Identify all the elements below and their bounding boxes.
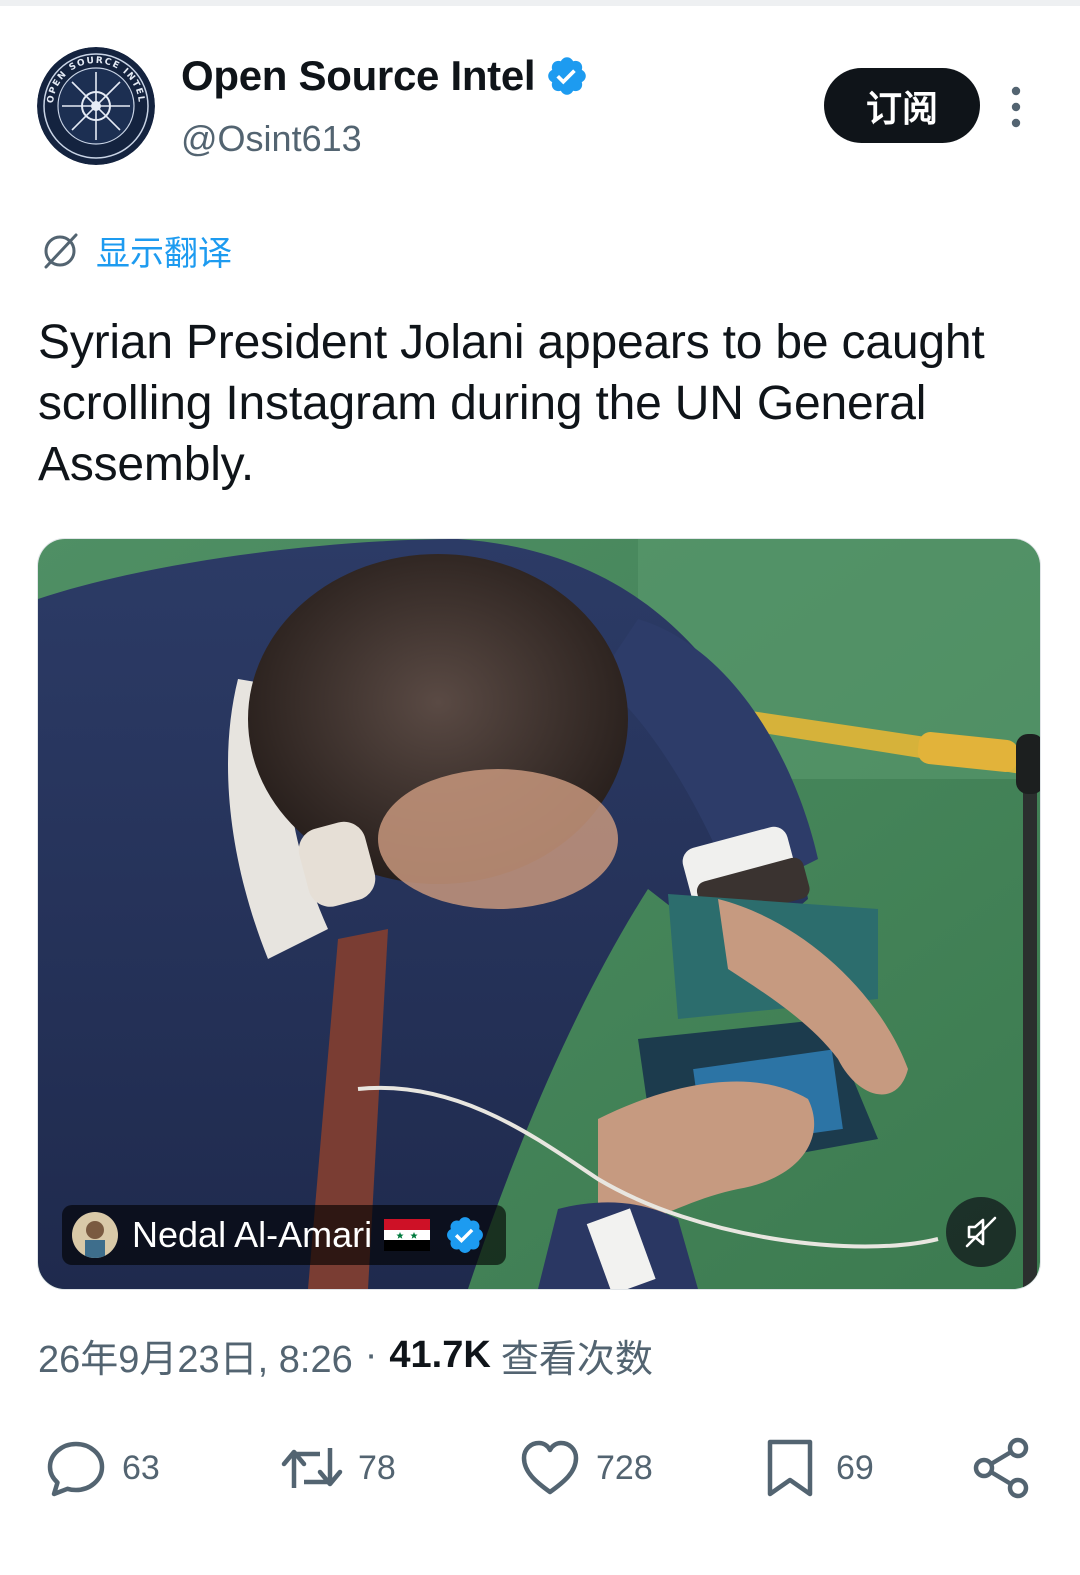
tweet-timestamp[interactable]: 26年9月23日, 8:26 [38,1328,353,1383]
reply-count: 63 [122,1448,160,1487]
bookmark-count: 69 [836,1448,874,1487]
video-frame [38,539,1040,1289]
like-button[interactable]: 728 [518,1436,653,1500]
mute-toggle-button[interactable] [946,1197,1016,1267]
repost-count: 78 [358,1448,396,1487]
subscribe-button[interactable]: 订阅 [824,68,980,143]
repost-icon [281,1448,343,1488]
verified-badge-icon [548,57,587,95]
attribution-avatar [72,1212,118,1258]
like-count: 728 [596,1448,653,1487]
reply-icon [47,1441,105,1497]
attribution-name: Nedal Al-Amari [132,1214,373,1255]
translate-icon [44,233,78,268]
tweet-meta: 26年9月23日, 8:26 · 41.7K 查看次数 [38,1328,653,1383]
account-handle[interactable]: @Osint613 [181,118,362,160]
show-translation-label: 显示翻译 [96,234,232,274]
more-vertical-icon[interactable] [1006,86,1026,128]
views-count: 41.7K [389,1334,491,1376]
share-icon [973,1437,1029,1499]
meta-separator: · [364,1334,378,1376]
views-label: 查看次数 [500,1339,653,1381]
share-button[interactable] [970,1436,1034,1500]
verified-badge-icon [447,1217,484,1253]
tweet-video[interactable]: Nedal Al-Amari [37,538,1041,1290]
heart-icon [521,1440,579,1495]
syria-flag-icon [384,1219,431,1251]
display-name-row[interactable]: Open Source Intel [181,52,589,100]
muted-speaker-icon [965,1216,997,1248]
tweet-text: Syrian President Jolani appears to be ca… [38,316,985,491]
video-attribution[interactable]: Nedal Al-Amari [62,1205,507,1265]
display-name[interactable]: Open Source Intel [181,52,536,100]
show-translation-link[interactable]: 显示翻译 [38,226,232,275]
bookmark-icon [767,1439,813,1497]
bookmark-button[interactable]: 69 [758,1436,874,1500]
osint-logo-icon: OPEN SOURCE INTEL [37,47,155,165]
repost-button[interactable]: 78 [280,1436,396,1500]
top-divider [0,0,1080,6]
reply-button[interactable]: 63 [44,1436,160,1500]
account-avatar[interactable]: OPEN SOURCE INTEL [37,47,155,165]
